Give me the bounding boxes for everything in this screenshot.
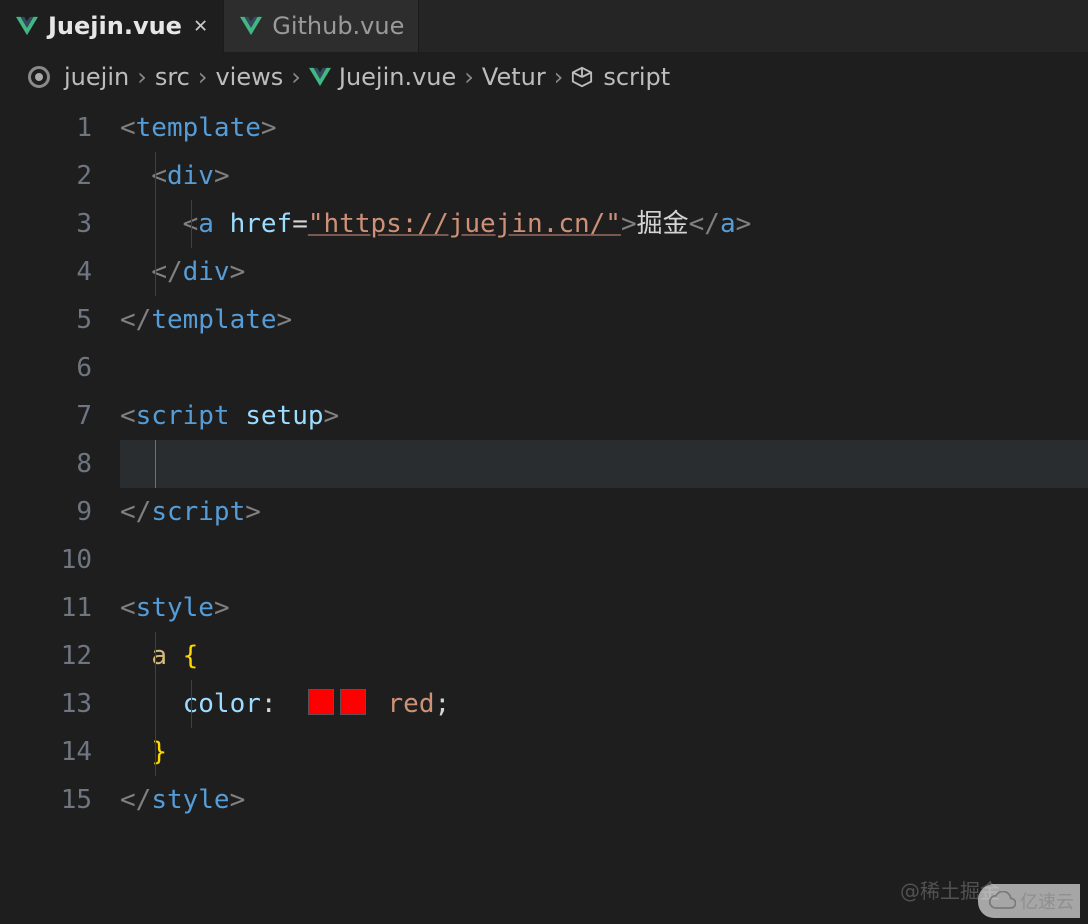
color-swatch[interactable] bbox=[340, 689, 366, 715]
code-line[interactable]: </template> bbox=[120, 296, 1088, 344]
tab-label-github: Github.vue bbox=[272, 12, 404, 40]
tab-label-active: Juejin.vue bbox=[48, 12, 182, 40]
line-number: 12 bbox=[0, 632, 120, 680]
module-icon bbox=[571, 63, 595, 91]
line-number: 6 bbox=[0, 344, 120, 392]
tab-github[interactable]: Github.vue bbox=[224, 0, 419, 52]
vue-icon bbox=[240, 16, 262, 36]
code-line[interactable] bbox=[120, 344, 1088, 392]
code-line[interactable]: </script> bbox=[120, 488, 1088, 536]
code-area[interactable]: <template> <div> <a href="https://juejin… bbox=[120, 102, 1088, 824]
line-number: 4 bbox=[0, 248, 120, 296]
code-line[interactable]: color: red; bbox=[120, 680, 1088, 728]
code-line-current[interactable] bbox=[120, 440, 1088, 488]
bc-vetur[interactable]: Vetur bbox=[482, 63, 546, 91]
code-line[interactable]: <div> bbox=[120, 152, 1088, 200]
tab-bar: Juejin.vue ✕ Github.vue bbox=[0, 0, 1088, 52]
target-icon bbox=[28, 66, 50, 88]
code-line[interactable]: } bbox=[120, 728, 1088, 776]
code-line[interactable]: <style> bbox=[120, 584, 1088, 632]
watermark-brand: 亿速云 bbox=[978, 884, 1080, 918]
bc-src[interactable]: src bbox=[155, 63, 190, 91]
chevron-right-icon: › bbox=[137, 63, 147, 91]
line-number: 8 bbox=[0, 440, 120, 488]
code-line[interactable]: <script setup> bbox=[120, 392, 1088, 440]
vue-icon bbox=[309, 67, 331, 87]
editor[interactable]: 1 2 3 4 5 6 7 8 9 10 11 12 13 14 15 <tem… bbox=[0, 102, 1088, 824]
code-line[interactable] bbox=[120, 536, 1088, 584]
bc-script[interactable]: script bbox=[603, 63, 670, 91]
color-swatch[interactable] bbox=[308, 689, 334, 715]
code-line[interactable]: <a href="https://juejin.cn/">掘金</a> bbox=[120, 200, 1088, 248]
chevron-right-icon: › bbox=[464, 63, 474, 91]
line-number: 1 bbox=[0, 104, 120, 152]
bc-project[interactable]: juejin bbox=[64, 63, 129, 91]
line-number: 13 bbox=[0, 680, 120, 728]
bc-views[interactable]: views bbox=[215, 63, 283, 91]
chevron-right-icon: › bbox=[554, 63, 564, 91]
tab-juejin[interactable]: Juejin.vue ✕ bbox=[0, 0, 224, 52]
bc-file[interactable]: Juejin.vue bbox=[339, 63, 456, 91]
chevron-right-icon: › bbox=[198, 63, 208, 91]
line-number: 5 bbox=[0, 296, 120, 344]
line-number: 15 bbox=[0, 776, 120, 824]
line-number: 3 bbox=[0, 200, 120, 248]
vue-icon bbox=[16, 16, 38, 36]
line-number: 9 bbox=[0, 488, 120, 536]
close-icon[interactable]: ✕ bbox=[192, 15, 209, 37]
line-number: 7 bbox=[0, 392, 120, 440]
code-line[interactable]: a { bbox=[120, 632, 1088, 680]
code-line[interactable]: <template> bbox=[120, 104, 1088, 152]
line-number: 11 bbox=[0, 584, 120, 632]
code-line[interactable]: </div> bbox=[120, 248, 1088, 296]
line-number: 2 bbox=[0, 152, 120, 200]
code-line[interactable]: </style> bbox=[120, 776, 1088, 824]
breadcrumb[interactable]: juejin › src › views › Juejin.vue › Vetu… bbox=[0, 52, 1088, 102]
line-number: 14 bbox=[0, 728, 120, 776]
cloud-icon bbox=[988, 891, 1016, 911]
gutter: 1 2 3 4 5 6 7 8 9 10 11 12 13 14 15 bbox=[0, 102, 120, 824]
line-number: 10 bbox=[0, 536, 120, 584]
chevron-right-icon: › bbox=[291, 63, 301, 91]
